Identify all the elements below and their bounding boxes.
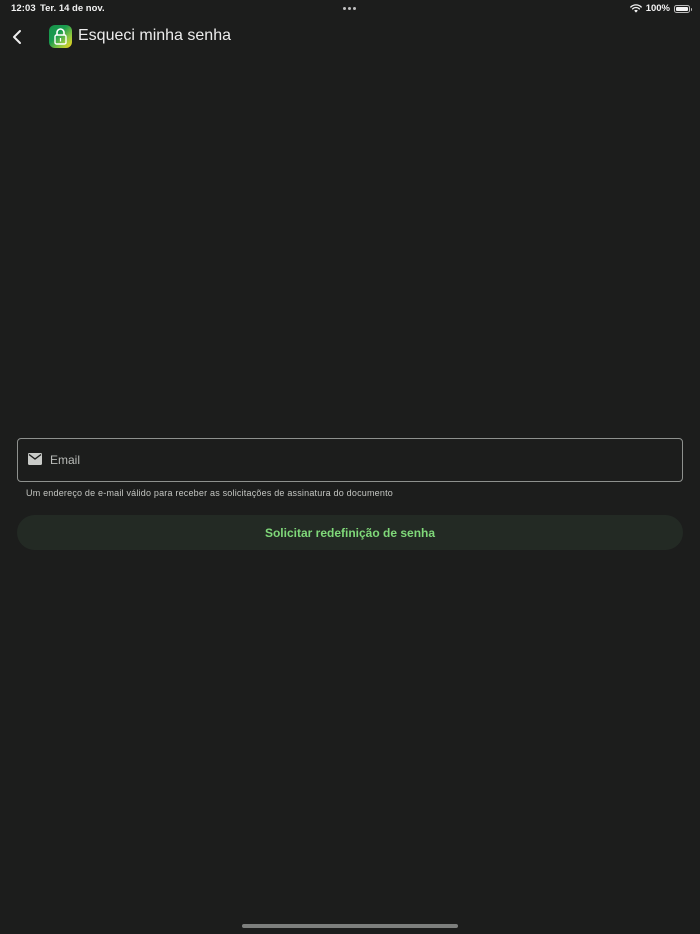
status-date: Ter. 14 de nov. — [40, 3, 105, 14]
multitasking-dots-icon[interactable] — [343, 3, 357, 13]
padlock-app-icon — [49, 25, 72, 48]
header: Esqueci minha senha — [0, 22, 700, 52]
chevron-left-icon — [13, 30, 21, 44]
wifi-icon — [629, 4, 642, 13]
status-bar: 12:03 Ter. 14 de nov. 100% — [0, 0, 700, 18]
email-input[interactable] — [50, 439, 670, 481]
screen: 12:03 Ter. 14 de nov. 100% Esqueci minha… — [0, 0, 700, 934]
back-button[interactable] — [6, 24, 28, 50]
email-field[interactable] — [17, 438, 683, 482]
battery-icon — [674, 4, 692, 13]
status-indicators: 100% — [629, 3, 692, 14]
request-password-reset-button[interactable]: Solicitar redefinição de senha — [17, 515, 683, 550]
battery-percentage: 100% — [645, 3, 670, 14]
page-title: Esqueci minha senha — [78, 27, 231, 44]
status-time: 12:03 — [11, 3, 36, 14]
mail-icon — [28, 453, 42, 465]
home-indicator[interactable] — [242, 924, 458, 928]
email-helper-text: Um endereço de e-mail válido para recebe… — [26, 488, 393, 498]
